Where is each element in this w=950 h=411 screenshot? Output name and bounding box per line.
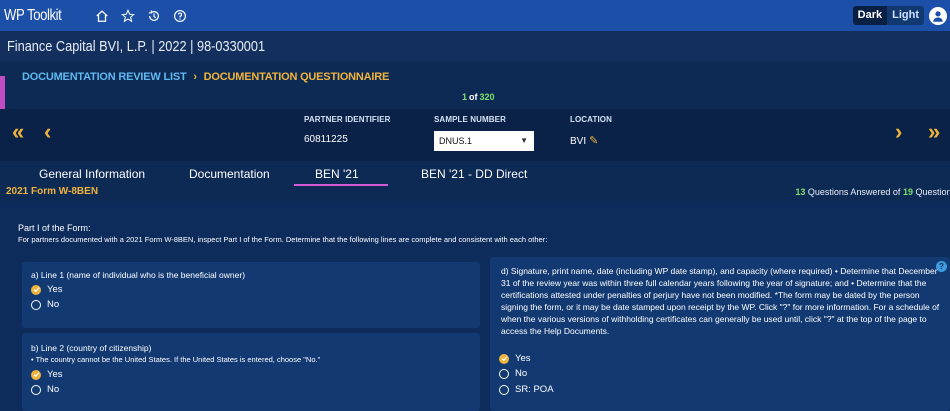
radio-icon	[499, 368, 509, 379]
location-value: BVI	[570, 136, 587, 147]
question-d-option-sr-poa[interactable]: SR: POA	[499, 384, 554, 395]
question-card-d: ? d) Signature, print name, date (includ…	[490, 257, 950, 411]
checked-radio-icon	[31, 369, 41, 380]
question-d-text: d) Signature, print name, date (includin…	[501, 266, 940, 337]
entity-separator: |	[190, 38, 198, 55]
option-label: Yes	[47, 369, 63, 380]
previous-record-button[interactable]: ‹	[44, 121, 51, 143]
total-count: 19	[902, 187, 913, 197]
question-a-option-no[interactable]: No	[31, 299, 59, 310]
option-label: No	[47, 384, 60, 395]
question-b-option-no[interactable]: No	[31, 384, 59, 395]
pager-current: 1	[462, 92, 468, 102]
record-pager: 1 of 320	[462, 92, 495, 102]
record-navigator: « ‹ PARTNER IDENTIFIER 60811225 SAMPLE N…	[0, 109, 950, 161]
sample-number-value: DNUS.1	[439, 136, 473, 146]
entity-year: 2022	[158, 38, 187, 55]
checked-radio-icon	[31, 284, 41, 295]
form-name: 2021 Form W-8BEN	[6, 186, 99, 197]
top-bar: WP Toolkit Dark Light	[0, 0, 950, 31]
answered-text-end: Questions	[915, 187, 950, 197]
radio-icon	[499, 384, 509, 395]
accent-bar	[0, 76, 5, 109]
option-label: Yes	[47, 284, 63, 295]
option-label: No	[515, 368, 528, 379]
breadcrumb-area: DOCUMENTATION REVIEW LIST › DOCUMENTATIO…	[0, 62, 950, 109]
question-b-option-yes[interactable]: Yes	[31, 369, 63, 380]
checked-radio-icon	[499, 353, 509, 364]
pencil-edit-icon[interactable]: ✎	[589, 134, 598, 147]
question-d-option-no[interactable]: No	[499, 368, 527, 379]
question-card-a: a) Line 1 (name of individual who is the…	[22, 262, 480, 328]
theme-dark-button[interactable]: Dark	[852, 6, 888, 25]
active-tab-indicator	[294, 184, 388, 186]
question-card-b: b) Line 2 (country of citizenship) • The…	[22, 333, 480, 411]
first-record-button[interactable]: «	[12, 121, 24, 143]
help-icon[interactable]	[172, 8, 188, 24]
question-b-text: b) Line 2 (country of citizenship)	[31, 343, 152, 353]
location-field: BVI ✎	[570, 134, 598, 147]
theme-light-button[interactable]: Light	[887, 6, 924, 25]
sample-number-select[interactable]: DNUS.1 ▼	[434, 131, 534, 151]
partner-identifier-value: 60811225	[304, 134, 348, 145]
question-a-option-yes[interactable]: Yes	[31, 284, 63, 295]
part-title: Part I of the Form:	[18, 223, 91, 233]
last-record-button[interactable]: »	[928, 121, 940, 143]
tab-ben-21[interactable]: BEN '21	[315, 167, 359, 181]
sample-number-label: SAMPLE NUMBER	[434, 115, 506, 124]
tab-documentation[interactable]: Documentation	[189, 167, 270, 181]
answered-count: 13	[795, 187, 806, 197]
tab-ben-21-dd-direct[interactable]: BEN '21 - DD Direct	[421, 167, 527, 181]
app-title: WP Toolkit	[4, 6, 62, 24]
questionnaire-content: Part I of the Form: For partners documen…	[0, 201, 950, 411]
part-description: For partners documented with a 2021 Form…	[18, 235, 548, 244]
breadcrumb-current: DOCUMENTATION QUESTIONNAIRE	[203, 71, 390, 83]
question-a-text: a) Line 1 (name of individual who is the…	[31, 270, 246, 280]
questions-answered-count: 13 Questions Answered of 19 Questions	[795, 187, 950, 197]
question-b-note: • The country cannot be the United State…	[31, 355, 321, 364]
tab-bar: General Information Documentation BEN '2…	[0, 161, 950, 201]
radio-icon	[31, 299, 41, 310]
option-label: No	[47, 299, 60, 310]
pager-of: of	[469, 92, 478, 102]
next-record-button[interactable]: ›	[895, 121, 902, 143]
breadcrumb: DOCUMENTATION REVIEW LIST › DOCUMENTATIO…	[22, 71, 389, 83]
option-label: SR: POA	[515, 384, 554, 395]
star-icon[interactable]	[120, 8, 136, 24]
radio-icon	[31, 384, 41, 395]
entity-id: 98-0330001	[197, 38, 266, 55]
breadcrumb-review-list-link[interactable]: DOCUMENTATION REVIEW LIST	[22, 71, 187, 83]
partner-identifier-label: PARTNER IDENTIFIER	[304, 115, 391, 124]
entity-separator: |	[151, 38, 159, 55]
option-label: Yes	[515, 353, 531, 364]
home-icon[interactable]	[94, 8, 110, 24]
entity-title: Finance Capital BVI, L.P. | 2022 | 98-03…	[7, 38, 265, 55]
location-label: LOCATION	[570, 115, 612, 124]
history-icon[interactable]	[146, 8, 162, 24]
tab-general-information[interactable]: General Information	[39, 167, 145, 181]
question-d-option-yes[interactable]: Yes	[499, 353, 531, 364]
user-avatar-icon[interactable]	[929, 7, 947, 25]
pager-total: 320	[479, 92, 495, 102]
theme-toggle: Dark Light	[852, 6, 924, 25]
entity-header: Finance Capital BVI, L.P. | 2022 | 98-03…	[0, 31, 950, 62]
breadcrumb-chevron-icon: ›	[193, 71, 197, 83]
answered-text-mid: Questions Answered of	[807, 187, 901, 197]
entity-name: Finance Capital BVI, L.P.	[7, 38, 148, 55]
chevron-down-icon: ▼	[520, 136, 528, 145]
